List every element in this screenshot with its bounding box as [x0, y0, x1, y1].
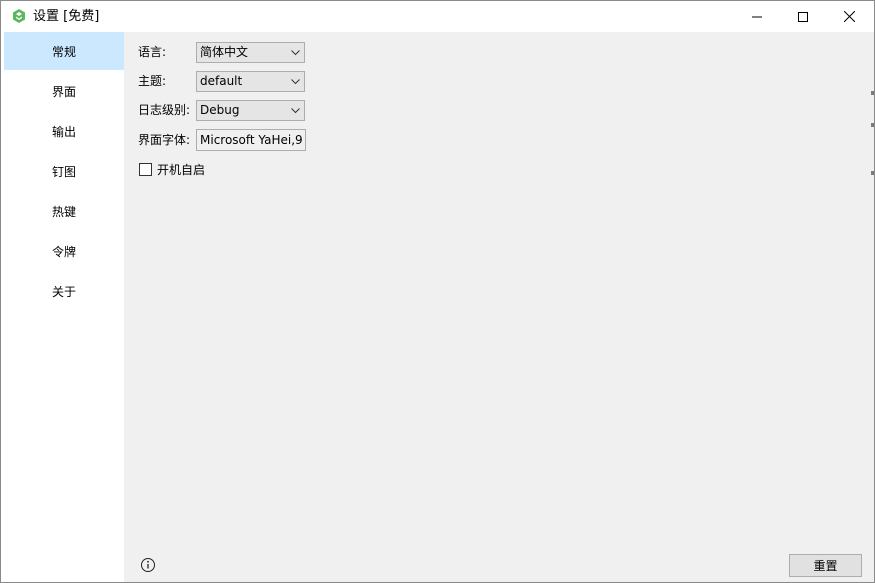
- sidebar-item-token[interactable]: 令牌: [4, 232, 124, 270]
- sidebar-item-hotkeys[interactable]: 热键: [4, 192, 124, 230]
- sidebar-item-label: 输出: [51, 124, 76, 139]
- sidebar-item-pin[interactable]: 钉图: [4, 152, 124, 190]
- sidebar-item-label: 界面: [51, 84, 76, 99]
- log-level-label: 日志级别:: [138, 103, 191, 117]
- info-circle-icon[interactable]: [140, 557, 156, 573]
- minimize-button[interactable]: [734, 1, 780, 32]
- language-value: 简体中文: [200, 45, 249, 59]
- minimize-icon: [752, 16, 762, 17]
- sidebar-item-label: 热键: [51, 204, 76, 219]
- sidebar-item-label: 关于: [51, 284, 76, 299]
- chevron-down-icon: [291, 108, 300, 114]
- reset-button[interactable]: 重置: [789, 554, 862, 577]
- sidebar-item-about[interactable]: 关于: [4, 272, 124, 310]
- window-title: 设置 [免费]: [33, 9, 100, 24]
- log-level-value: Debug: [200, 103, 240, 117]
- ui-font-label: 界面字体:: [138, 133, 191, 147]
- autostart-option[interactable]: 开机自启: [139, 160, 205, 178]
- chevron-down-icon: [291, 50, 300, 56]
- background-edge: [871, 91, 874, 95]
- autostart-label: 开机自启: [157, 162, 206, 177]
- app-logo-icon: [13, 9, 25, 23]
- theme-select[interactable]: default: [196, 71, 305, 92]
- maximize-button[interactable]: [780, 1, 826, 32]
- ui-font-field[interactable]: Microsoft YaHei,9: [196, 129, 306, 151]
- sidebar-item-label: 钉图: [51, 164, 76, 179]
- settings-sidebar: 常规 界面 输出 钉图 热键 令牌 关于: [1, 32, 124, 582]
- ui-font-value: Microsoft YaHei,9: [200, 133, 303, 147]
- language-select[interactable]: 简体中文: [196, 42, 305, 63]
- theme-value: default: [200, 74, 243, 88]
- theme-label: 主题:: [138, 74, 167, 88]
- settings-window: 设置 [免费] 常规 界面 输出 钉图 热键 令牌 关于 语言: 简体中文 主题…: [0, 0, 875, 583]
- log-level-select[interactable]: Debug: [196, 100, 305, 121]
- autostart-checkbox[interactable]: [139, 162, 152, 176]
- sidebar-item-label: 令牌: [51, 244, 76, 259]
- sidebar-item-label: 常规: [51, 44, 76, 59]
- title-bar[interactable]: 设置 [免费]: [1, 1, 874, 32]
- background-edge: [871, 123, 874, 127]
- reset-button-label: 重置: [813, 559, 838, 573]
- background-edge: [871, 171, 874, 175]
- close-icon: [843, 11, 855, 22]
- sidebar-item-general[interactable]: 常规: [4, 32, 124, 70]
- sidebar-item-output[interactable]: 输出: [4, 112, 124, 150]
- sidebar-item-interface[interactable]: 界面: [4, 72, 124, 110]
- chevron-down-icon: [291, 79, 300, 85]
- close-button[interactable]: [826, 1, 872, 32]
- maximize-icon: [798, 11, 808, 22]
- language-label: 语言:: [138, 45, 167, 59]
- general-settings-panel: 语言: 简体中文 主题: default 日志级别: Debug 界面字体: M…: [124, 32, 874, 582]
